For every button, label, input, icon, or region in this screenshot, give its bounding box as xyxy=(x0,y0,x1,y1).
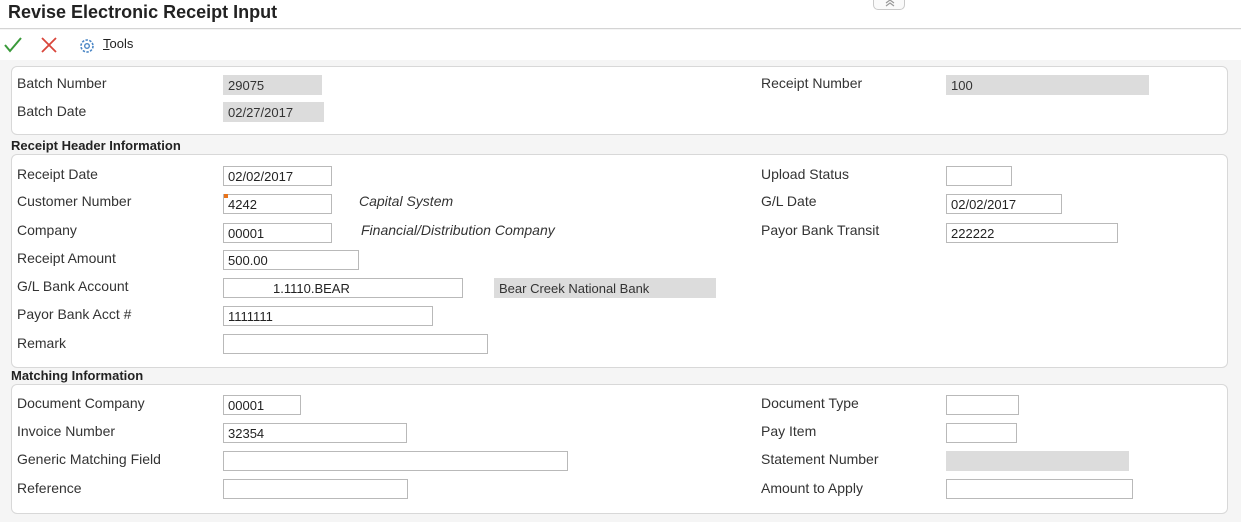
upload-status-input[interactable] xyxy=(946,166,1012,186)
matching-section-title: Matching Information xyxy=(11,368,144,383)
invoice-number-label: Invoice Number xyxy=(17,423,116,439)
invoice-number-input[interactable]: 32354 xyxy=(223,423,407,443)
batch-number-label: Batch Number xyxy=(17,75,107,91)
x-icon xyxy=(41,37,57,53)
remark-input[interactable] xyxy=(223,334,488,354)
generic-matching-input[interactable] xyxy=(223,451,568,471)
statement-number-field xyxy=(946,451,1129,471)
receipt-header-panel xyxy=(11,154,1228,368)
receipt-date-input[interactable]: 02/02/2017 xyxy=(223,166,332,186)
reference-input[interactable] xyxy=(223,479,408,499)
toolbar: Tools xyxy=(0,30,1241,60)
remark-label: Remark xyxy=(17,335,67,351)
required-marker xyxy=(224,194,228,198)
amount-to-apply-input[interactable] xyxy=(946,479,1133,499)
gl-date-input[interactable]: 02/02/2017 xyxy=(946,194,1062,214)
company-label: Company xyxy=(17,222,77,238)
generic-matching-label: Generic Matching Field xyxy=(17,451,161,467)
gl-bank-account-input[interactable]: 1.1110.BEAR xyxy=(223,278,463,298)
chevron-up-icon xyxy=(885,0,895,7)
receipt-number-field: 100 xyxy=(946,75,1149,95)
reference-label: Reference xyxy=(17,480,82,496)
receipt-amount-label: Receipt Amount xyxy=(17,250,116,266)
receipt-number-label: Receipt Number xyxy=(761,75,863,91)
document-type-input[interactable] xyxy=(946,395,1019,415)
tools-menu[interactable]: Tools xyxy=(103,36,133,51)
batch-date-field: 02/27/2017 xyxy=(223,102,324,122)
tools-menu-icon[interactable] xyxy=(78,37,96,58)
receipt-date-label: Receipt Date xyxy=(17,166,98,182)
company-input[interactable]: 00001 xyxy=(223,223,332,243)
amount-to-apply-label: Amount to Apply xyxy=(761,480,863,496)
statement-number-label: Statement Number xyxy=(761,451,879,467)
upload-status-label: Upload Status xyxy=(761,166,849,182)
ok-button[interactable] xyxy=(3,36,23,57)
document-company-input[interactable]: 00001 xyxy=(223,395,301,415)
customer-number-label: Customer Number xyxy=(17,193,132,209)
gl-bank-name: Bear Creek National Bank xyxy=(494,278,716,298)
tools-label: ools xyxy=(109,36,134,51)
document-type-label: Document Type xyxy=(761,395,859,411)
gl-date-label: G/L Date xyxy=(761,193,817,209)
pay-item-label: Pay Item xyxy=(761,423,817,439)
batch-number-field: 29075 xyxy=(223,75,322,95)
page-title: Revise Electronic Receipt Input xyxy=(8,2,278,22)
payor-bank-transit-input[interactable]: 222222 xyxy=(946,223,1118,243)
title-bar: Revise Electronic Receipt Input xyxy=(0,0,1241,29)
payor-bank-transit-label: Payor Bank Transit xyxy=(761,222,880,238)
payor-bank-acct-label: Payor Bank Acct # xyxy=(17,306,132,322)
payor-bank-acct-input[interactable]: 1111111 xyxy=(223,306,433,326)
cancel-button[interactable] xyxy=(40,36,58,57)
collapse-header-toggle[interactable] xyxy=(873,0,905,10)
gl-bank-account-label: G/L Bank Account xyxy=(17,278,129,294)
pay-item-input[interactable] xyxy=(946,423,1017,443)
gear-icon xyxy=(80,39,94,53)
check-icon xyxy=(4,37,22,53)
receipt-amount-input[interactable]: 500.00 xyxy=(223,250,359,270)
batch-date-label: Batch Date xyxy=(17,103,87,119)
customer-name: Capital System xyxy=(359,193,454,209)
receipt-header-section-title: Receipt Header Information xyxy=(11,138,181,153)
document-company-label: Document Company xyxy=(17,395,145,411)
company-name: Financial/Distribution Company xyxy=(361,222,555,238)
customer-number-input[interactable]: 4242 xyxy=(223,194,332,214)
